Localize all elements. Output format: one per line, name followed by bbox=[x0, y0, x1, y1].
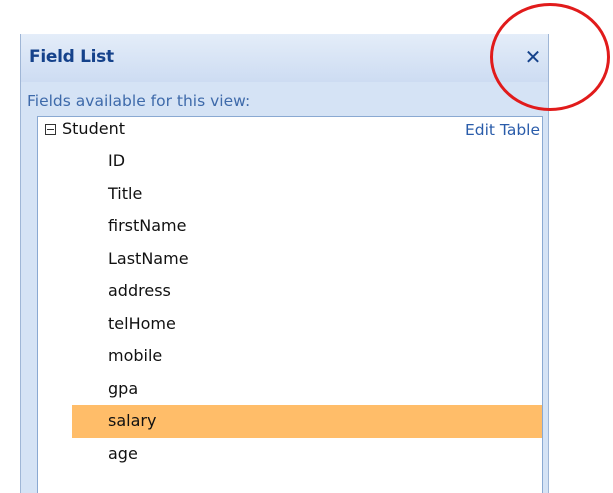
table-node-student[interactable]: Student Edit Table bbox=[38, 117, 542, 145]
field-item-address[interactable]: address bbox=[72, 275, 542, 308]
screenshot-stage: Field List ✕ Fields available for this v… bbox=[0, 0, 613, 493]
field-list: ID Title firstName LastName address telH… bbox=[38, 145, 542, 470]
field-list-pane: Field List ✕ Fields available for this v… bbox=[20, 34, 549, 493]
field-item-mobile[interactable]: mobile bbox=[72, 340, 542, 373]
fields-caption: Fields available for this view: bbox=[27, 92, 251, 110]
field-item-id[interactable]: ID bbox=[72, 145, 542, 178]
field-item-gpa[interactable]: gpa bbox=[72, 373, 542, 406]
field-item-lastname[interactable]: LastName bbox=[72, 243, 542, 276]
field-item-salary[interactable]: salary bbox=[72, 405, 542, 438]
collapse-minus-icon[interactable] bbox=[45, 124, 56, 135]
field-item-telhome[interactable]: telHome bbox=[72, 308, 542, 341]
table-name: Student bbox=[62, 119, 125, 138]
field-item-age[interactable]: age bbox=[72, 438, 542, 471]
field-item-title[interactable]: Title bbox=[72, 178, 542, 211]
close-icon[interactable]: ✕ bbox=[522, 46, 544, 68]
pane-title-bar: Field List ✕ bbox=[21, 34, 548, 82]
pane-title: Field List bbox=[29, 47, 114, 67]
field-item-firstname[interactable]: firstName bbox=[72, 210, 542, 243]
edit-table-link[interactable]: Edit Table bbox=[465, 121, 540, 139]
field-list-box: Student Edit Table ID Title firstName La… bbox=[37, 116, 543, 493]
